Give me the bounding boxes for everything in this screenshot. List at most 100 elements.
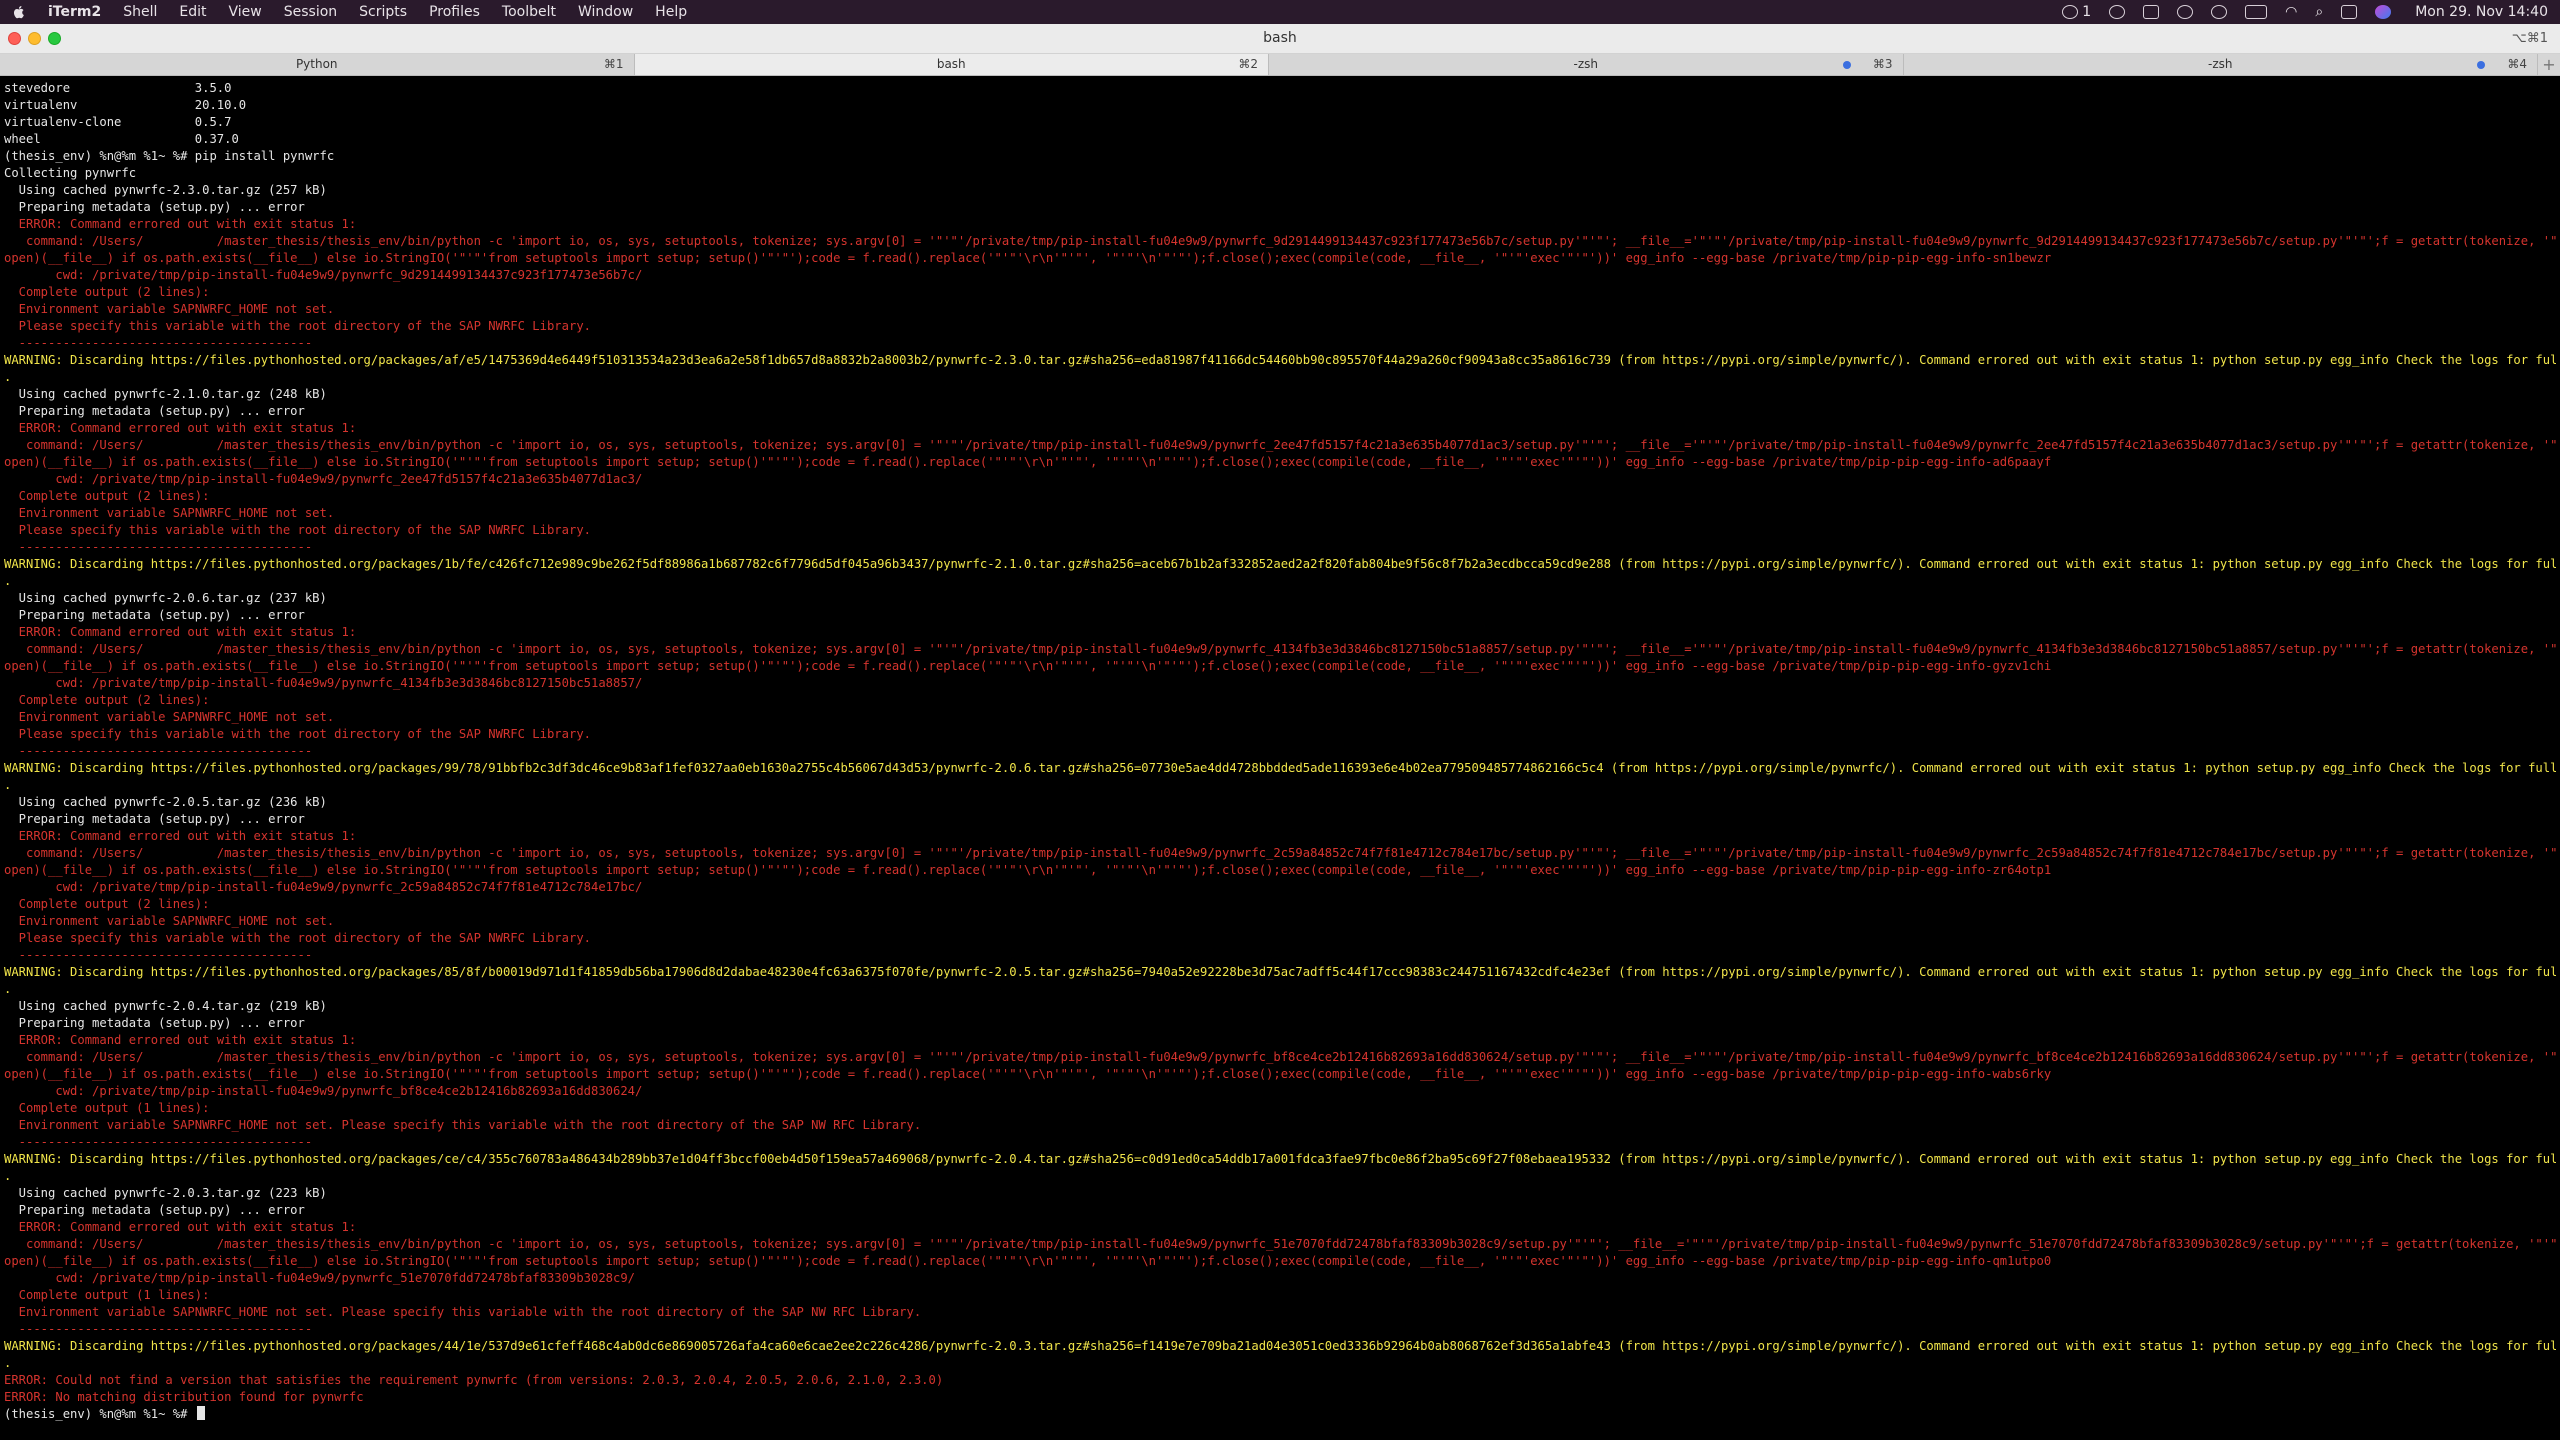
terminal-line: command: /Users/ /master_thesis/thesis_e… <box>4 642 2556 656</box>
terminal-line: ---------------------------------------- <box>4 1135 313 1149</box>
terminal-line: (thesis_env) %n@%m %1~ %# pip install py… <box>4 149 335 163</box>
tab-shortcut: ⌘1 <box>603 57 624 71</box>
terminal-prompt-line[interactable]: (thesis_env) %n@%m %1~ %# <box>4 1406 2556 1423</box>
terminal-line: ERROR: Command errored out with exit sta… <box>4 1033 357 1047</box>
terminal-line: WARNING: Discarding https://files.python… <box>4 353 2556 367</box>
terminal-line: Complete output (1 lines): <box>4 1101 210 1115</box>
terminal-line: command: /Users/ /master_thesis/thesis_e… <box>4 234 2556 248</box>
play-icon[interactable] <box>2211 5 2228 19</box>
siri-icon[interactable] <box>2375 5 2392 19</box>
menubar-clock[interactable]: Mon 29. Nov 14:40 <box>2415 4 2548 20</box>
search-icon[interactable]: ⌕ <box>2315 4 2323 20</box>
terminal-line: Environment variable SAPNWRFC_HOME not s… <box>4 302 335 316</box>
terminal-line: open)(__file__) if os.path.exists(__file… <box>4 1254 2052 1268</box>
terminal-line: Preparing metadata (setup.py) ... error <box>4 1016 305 1030</box>
new-tab-button[interactable]: + <box>2538 54 2560 75</box>
menu-app-name[interactable]: iTerm2 <box>48 4 101 20</box>
menu-scripts[interactable]: Scripts <box>359 4 407 20</box>
terminal-line: virtualenv-clone 0.5.7 <box>4 115 232 129</box>
tab-zsh-4[interactable]: -zsh ⌘4 <box>1904 54 2538 75</box>
terminal-line: Complete output (1 lines): <box>4 1288 210 1302</box>
window-title-bar[interactable]: bash ⌥⌘1 <box>0 24 2560 54</box>
terminal-line: cwd: /private/tmp/pip-install-fu04e9w9/p… <box>4 1271 636 1285</box>
terminal-line: open)(__file__) if os.path.exists(__file… <box>4 863 2052 877</box>
terminal-line: Collecting pynwrfc <box>4 166 137 180</box>
menu-profiles[interactable]: Profiles <box>429 4 480 20</box>
gift-icon[interactable] <box>2143 5 2160 19</box>
activity-dot-icon <box>1842 61 1851 69</box>
terminal-line: ---------------------------------------- <box>4 744 313 758</box>
menu-toolbelt[interactable]: Toolbelt <box>502 4 556 20</box>
terminal-line: . <box>4 982 12 996</box>
terminal-line: Complete output (2 lines): <box>4 285 210 299</box>
tab-python[interactable]: Python ⌘1 <box>0 54 635 75</box>
terminal-line: . <box>4 370 12 384</box>
terminal-line: ERROR: Command errored out with exit sta… <box>4 217 357 231</box>
terminal-line: WARNING: Discarding https://files.python… <box>4 965 2556 979</box>
terminal-line: Environment variable SAPNWRFC_HOME not s… <box>4 914 335 928</box>
terminal-line: open)(__file__) if os.path.exists(__file… <box>4 1067 2052 1081</box>
terminal-lines: stevedore 3.5.0 virtualenv 20.10.0 virtual… <box>4 80 2556 1406</box>
terminal-line: cwd: /private/tmp/pip-install-fu04e9w9/p… <box>4 880 643 894</box>
terminal-line: ---------------------------------------- <box>4 948 313 962</box>
terminal-line: Complete output (2 lines): <box>4 489 210 503</box>
tab-shortcut: ⌘2 <box>1238 57 1258 71</box>
terminal-line: ERROR: No matching distribution found fo… <box>4 1390 364 1404</box>
terminal-line: Using cached pynwrfc-2.1.0.tar.gz (248 k… <box>4 387 327 401</box>
menu-session[interactable]: Session <box>284 4 337 20</box>
terminal-line: cwd: /private/tmp/pip-install-fu04e9w9/p… <box>4 676 643 690</box>
terminal-line: WARNING: Discarding https://files.python… <box>4 557 2556 571</box>
activity-dot-icon <box>2477 61 2485 69</box>
status-badge-count: 1 <box>2082 4 2092 20</box>
privacy-icon[interactable] <box>2109 5 2126 19</box>
menu-edit[interactable]: Edit <box>179 4 206 20</box>
terminal-line: open)(__file__) if os.path.exists(__file… <box>4 659 2052 673</box>
battery-icon[interactable] <box>2245 5 2268 19</box>
terminal-line: ERROR: Command errored out with exit sta… <box>4 421 357 435</box>
control-center-icon[interactable] <box>2341 5 2358 19</box>
menu-view[interactable]: View <box>229 4 262 20</box>
menu-bar: iTerm2 Shell Edit View Session Scripts P… <box>0 0 2560 24</box>
menu-window[interactable]: Window <box>578 4 633 20</box>
terminal-line: Using cached pynwrfc-2.0.5.tar.gz (236 k… <box>4 795 327 809</box>
terminal-line: ---------------------------------------- <box>4 336 313 350</box>
terminal-line: command: /Users/ /master_thesis/thesis_e… <box>4 1050 2556 1064</box>
tab-bash[interactable]: bash ⌘2 <box>634 54 1269 75</box>
terminal-line: Using cached pynwrfc-2.3.0.tar.gz (257 k… <box>4 183 327 197</box>
terminal-line: wheel 0.37.0 <box>4 132 239 146</box>
terminal-line: Preparing metadata (setup.py) ... error <box>4 812 305 826</box>
terminal-line: Please specify this variable with the ro… <box>4 727 591 741</box>
app-status-icon <box>2062 5 2079 19</box>
terminal-line: Environment variable SAPNWRFC_HOME not s… <box>4 1305 922 1319</box>
terminal-line: WARNING: Discarding https://files.python… <box>4 1152 2556 1166</box>
tab-label: bash <box>936 57 966 71</box>
terminal-line: cwd: /private/tmp/pip-install-fu04e9w9/p… <box>4 1084 643 1098</box>
terminal-line: . <box>4 1169 12 1183</box>
tab-label: -zsh <box>1573 57 1599 71</box>
text-cursor <box>196 1406 205 1420</box>
menu-shell[interactable]: Shell <box>123 4 157 20</box>
terminal-line: virtualenv 20.10.0 <box>4 98 247 112</box>
terminal-line: ---------------------------------------- <box>4 540 313 554</box>
terminal-line: . <box>4 778 12 792</box>
tab-shortcut: ⌘3 <box>1872 57 1893 71</box>
status-badge[interactable]: 1 <box>2062 4 2091 20</box>
menu-help[interactable]: Help <box>655 4 687 20</box>
wifi-icon[interactable]: ◠ <box>2285 4 2297 20</box>
window-shortcut: ⌥⌘1 <box>2511 31 2548 46</box>
status-area: 1 ◠ ⌕ Mon 29. Nov 14:40 <box>2062 4 2548 20</box>
terminal-line: ERROR: Command errored out with exit sta… <box>4 1220 357 1234</box>
terminal-line: ---------------------------------------- <box>4 1322 313 1336</box>
tab-zsh-3[interactable]: -zsh ⌘3 <box>1269 54 1904 75</box>
apple-icon[interactable] <box>12 5 26 19</box>
terminal-output[interactable]: stevedore 3.5.0 virtualenv 20.10.0 virtual… <box>0 76 2560 1440</box>
terminal-line: Environment variable SAPNWRFC_HOME not s… <box>4 506 335 520</box>
terminal-line: WARNING: Discarding https://files.python… <box>4 1339 2556 1353</box>
terminal-line: Environment variable SAPNWRFC_HOME not s… <box>4 710 335 724</box>
terminal-line: command: /Users/ /master_thesis/thesis_e… <box>4 846 2556 860</box>
terminal-line: Please specify this variable with the ro… <box>4 931 591 945</box>
tab-shortcut: ⌘4 <box>2507 57 2527 71</box>
terminal-line: . <box>4 1356 12 1370</box>
sync-icon[interactable] <box>2177 5 2194 19</box>
terminal-line: Using cached pynwrfc-2.0.4.tar.gz (219 k… <box>4 999 327 1013</box>
